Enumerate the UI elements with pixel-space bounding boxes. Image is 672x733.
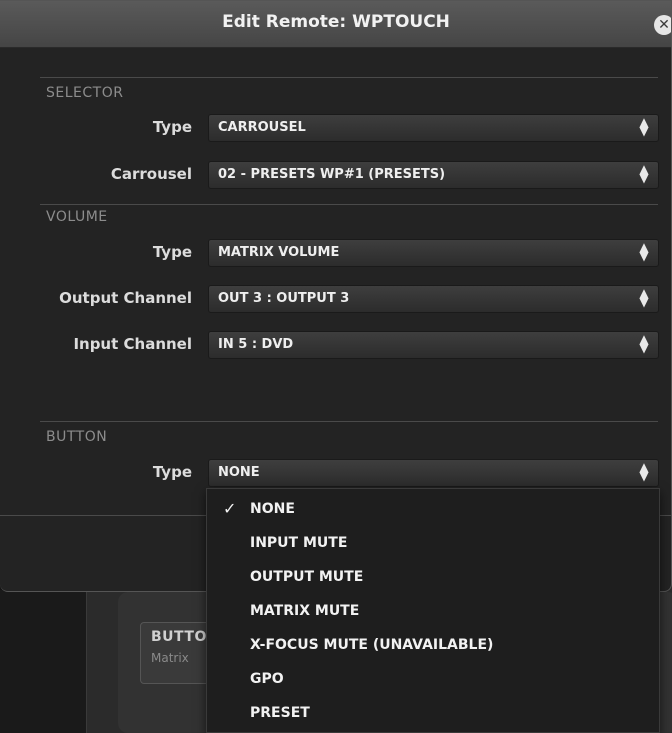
menu-item-output-mute[interactable]: OUTPUT MUTE [207,560,659,594]
dialog-title: Edit Remote: WPTOUCH [222,12,450,32]
checkmark-icon: ✓ [223,499,237,518]
dialog-titlebar: Edit Remote: WPTOUCH ✕ [0,1,671,48]
menu-item-label: GPO [250,671,284,687]
selector-type-value: CARROUSEL [218,120,306,135]
button-type-select[interactable]: NONE ▲ ▼ [208,459,659,487]
updown-chevron-icon: ▲ ▼ [639,460,649,483]
output-channel-label: Output Channel [59,289,192,307]
output-channel-select[interactable]: OUT 3 : OUTPUT 3 ▲ ▼ [208,285,659,313]
volume-type-select[interactable]: MATRIX VOLUME ▲ ▼ [208,239,659,267]
menu-item-x-focus-mute[interactable]: X-FOCUS MUTE (UNAVAILABLE) [207,628,659,662]
menu-item-matrix-mute[interactable]: MATRIX MUTE [207,594,659,628]
carrousel-label: Carrousel [110,165,192,183]
volume-section-title: VOLUME [46,209,108,225]
button-section-title: BUTTON [46,429,108,445]
selector-section-title: SELECTOR [46,85,124,101]
background-left-panel [0,590,86,733]
menu-item-label: X-FOCUS MUTE (UNAVAILABLE) [250,637,494,653]
input-channel-value: IN 5 : DVD [218,337,294,352]
menu-item-label: NONE [250,501,295,517]
updown-chevron-icon: ▲ ▼ [639,286,649,309]
menu-item-label: INPUT MUTE [250,535,348,551]
menu-item-none[interactable]: ✓ NONE [207,492,659,526]
carrousel-select[interactable]: 02 - PRESETS WP#1 (PRESETS) ▲ ▼ [208,161,659,189]
output-channel-value: OUT 3 : OUTPUT 3 [218,291,350,306]
background-card-title: BUTTO [151,629,207,645]
volume-type-label: Type [152,243,192,261]
volume-divider [40,204,658,205]
app-stage: BUTTO Matrix Edit Remote: WPTOUCH ✕ SELE… [0,0,672,733]
button-type-value: NONE [218,465,260,480]
selector-type-label: Type [152,118,192,136]
updown-chevron-icon: ▲ ▼ [639,162,649,185]
carrousel-value: 02 - PRESETS WP#1 (PRESETS) [218,167,446,182]
button-type-dropdown-menu: ✓ NONE INPUT MUTE OUTPUT MUTE MATRIX MUT… [206,488,660,733]
menu-item-preset[interactable]: PRESET [207,696,659,730]
background-card-subtitle: Matrix [151,651,189,665]
button-type-label: Type [152,463,192,481]
menu-item-label: MATRIX MUTE [250,603,360,619]
menu-item-input-mute[interactable]: INPUT MUTE [207,526,659,560]
button-divider [40,421,658,422]
close-icon[interactable]: ✕ [654,15,671,35]
volume-type-value: MATRIX VOLUME [218,245,340,260]
updown-chevron-icon: ▲ ▼ [639,332,649,355]
menu-item-label: OUTPUT MUTE [250,569,364,585]
input-channel-label: Input Channel [73,335,192,353]
menu-item-label: PRESET [250,705,310,721]
updown-chevron-icon: ▲ ▼ [639,240,649,263]
input-channel-select[interactable]: IN 5 : DVD ▲ ▼ [208,331,659,359]
selector-type-select[interactable]: CARROUSEL ▲ ▼ [208,114,659,142]
updown-chevron-icon: ▲ ▼ [639,115,649,138]
selector-divider [40,77,658,78]
menu-item-gpo[interactable]: GPO [207,662,659,696]
